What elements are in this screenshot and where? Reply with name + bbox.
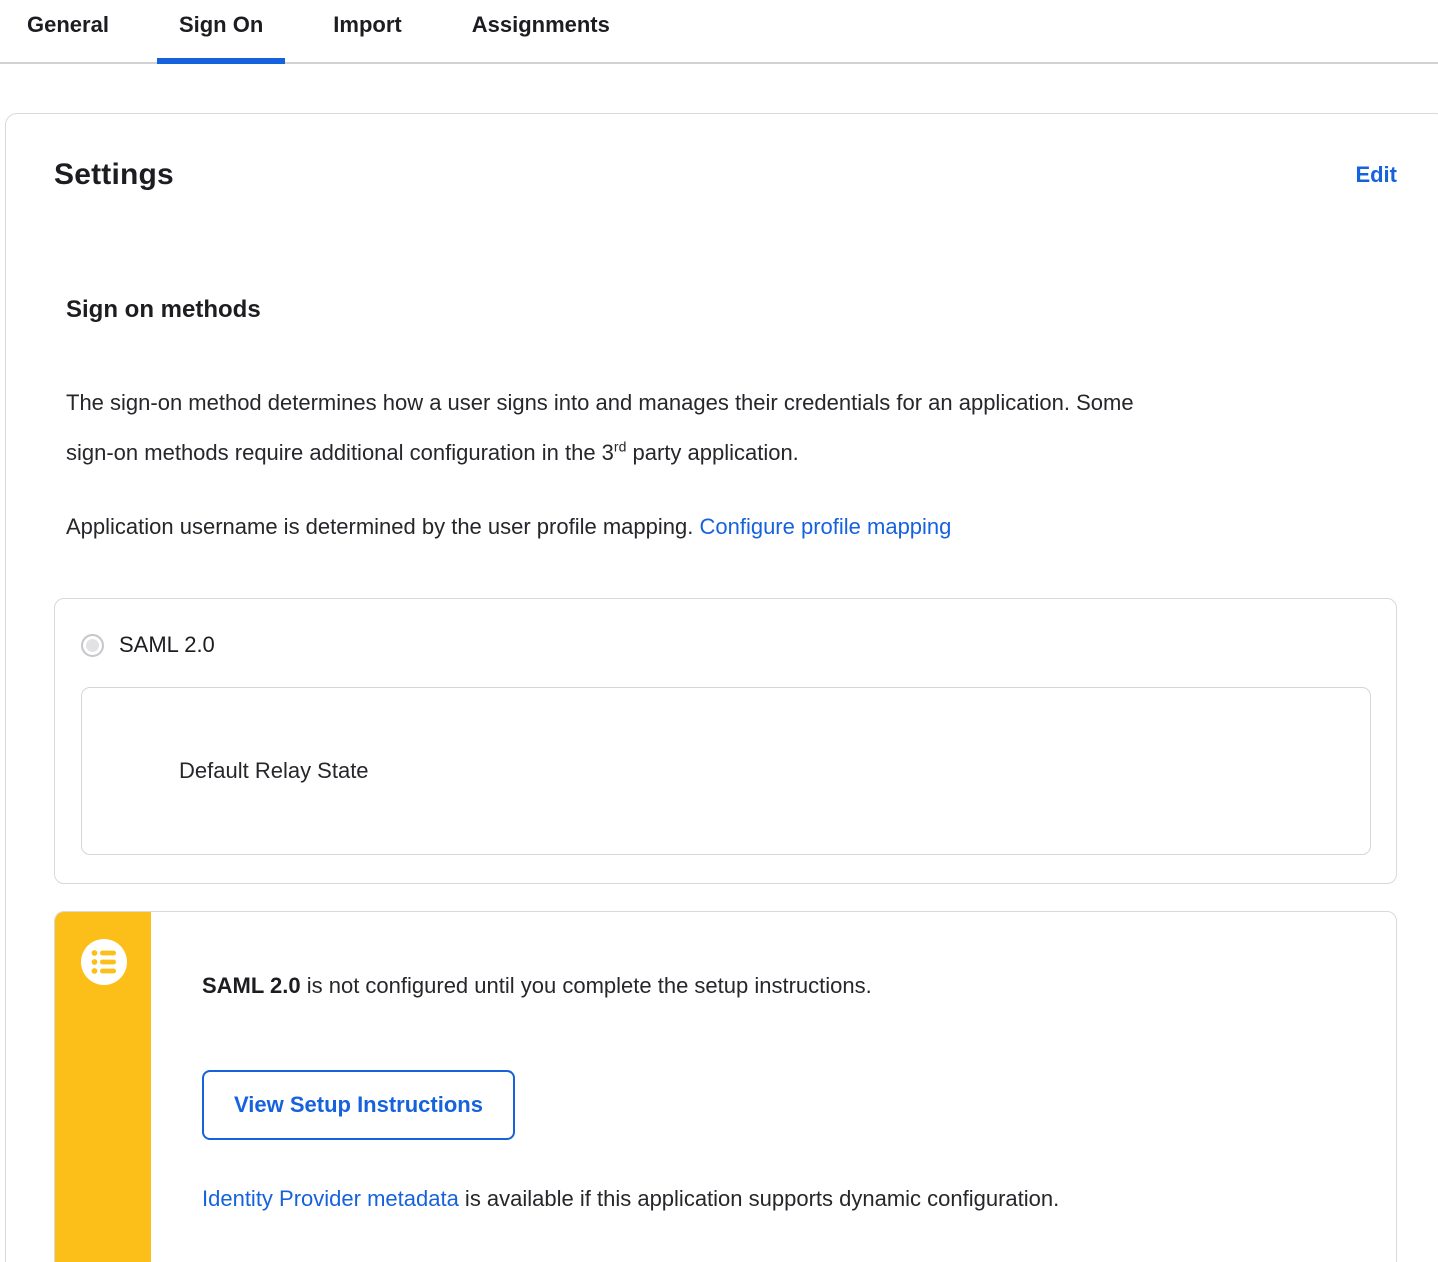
- saml-not-configured-callout: SAML 2.0 is not configured until you com…: [54, 911, 1397, 1262]
- settings-card-header: Settings Edit: [54, 158, 1397, 192]
- list-icon: [81, 939, 127, 985]
- edit-link[interactable]: Edit: [1355, 162, 1397, 188]
- tab-import[interactable]: Import: [311, 8, 423, 42]
- description-superscript: rd: [613, 438, 627, 455]
- description-text: The sign-on method determines how a user…: [66, 390, 1134, 465]
- tab-sign-on[interactable]: Sign On: [156, 8, 286, 64]
- saml-method-box: SAML 2.0 Default Relay State: [54, 598, 1397, 884]
- settings-title: Settings: [54, 158, 174, 191]
- default-relay-state-label: Default Relay State: [179, 758, 369, 783]
- default-relay-state-field: Default Relay State: [81, 687, 1371, 855]
- username-note: Application username is determined by th…: [66, 502, 1397, 552]
- saml-radio-button[interactable]: [81, 633, 104, 657]
- saml-radio-label: SAML 2.0: [119, 632, 215, 657]
- configure-profile-mapping-link[interactable]: Configure profile mapping: [699, 514, 951, 539]
- sign-on-methods-description: The sign-on method determines how a user…: [66, 378, 1151, 478]
- tab-assignments[interactable]: Assignments: [450, 8, 632, 42]
- description-text-tail: party application.: [626, 440, 799, 465]
- metadata-note: Identity Provider metadata is available …: [202, 1184, 1356, 1214]
- identity-provider-metadata-link[interactable]: Identity Provider metadata: [202, 1186, 459, 1211]
- app-tabbar: General Sign On Import Assignments: [0, 0, 1438, 64]
- username-note-text: Application username is determined by th…: [66, 514, 700, 539]
- view-setup-instructions-button[interactable]: View Setup Instructions: [202, 1070, 515, 1140]
- settings-card: Settings Edit Sign on methods The sign-o…: [5, 113, 1438, 1262]
- callout-message-bold: SAML 2.0: [202, 973, 301, 998]
- callout-message-rest: is not configured until you complete the…: [300, 973, 872, 998]
- tab-general[interactable]: General: [5, 8, 131, 42]
- metadata-note-rest: is available if this application support…: [458, 1186, 1060, 1211]
- callout-message: SAML 2.0 is not configured until you com…: [202, 971, 1356, 1001]
- saml-radio-row: SAML 2.0: [81, 632, 1371, 658]
- sign-on-methods-heading: Sign on methods: [66, 296, 261, 323]
